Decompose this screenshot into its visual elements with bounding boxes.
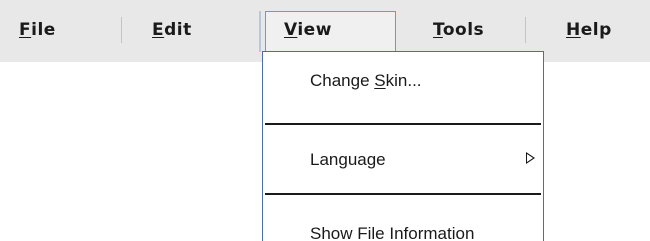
view-dropdown-menu: Change Skin... Language Show File Inform… bbox=[262, 51, 544, 241]
menu-separator bbox=[121, 17, 122, 43]
menu-view[interactable]: View bbox=[284, 20, 332, 40]
menu-edit[interactable]: Edit bbox=[152, 20, 192, 40]
menu-tools[interactable]: Tools bbox=[433, 20, 484, 40]
menu-view-edge bbox=[259, 11, 261, 52]
menu-separator bbox=[265, 123, 541, 125]
menu-item-show-file-information[interactable]: Show File Information bbox=[310, 224, 474, 241]
menu-item-language[interactable]: Language bbox=[310, 150, 386, 170]
menu-item-change-skin[interactable]: Change Skin... bbox=[310, 71, 422, 91]
menu-help[interactable]: Help bbox=[566, 20, 612, 40]
menu-file[interactable]: File bbox=[19, 20, 56, 40]
menu-separator bbox=[525, 17, 526, 43]
triangle-right-icon bbox=[526, 152, 535, 164]
menu-separator bbox=[265, 193, 541, 195]
